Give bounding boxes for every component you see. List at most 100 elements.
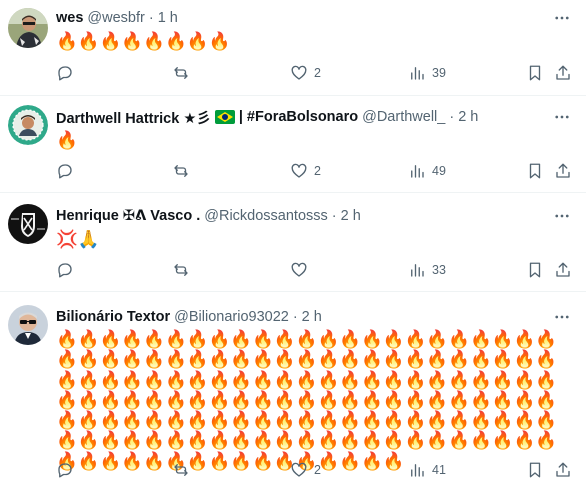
tweet-actions: 2 39 [0,62,586,84]
views-count: 33 [432,263,446,277]
tweet-actions: 2 41 [0,459,586,481]
views-count: 41 [432,463,446,477]
timestamp[interactable]: 2 h [458,109,478,125]
share-icon [556,462,570,477]
bookmark-icon [529,65,541,81]
heart-icon [291,65,307,80]
more-options-button[interactable] [552,107,572,127]
reply-icon [58,263,72,278]
views-button[interactable]: 39 [408,62,446,84]
heart-icon [291,262,307,277]
tweet[interactable]: Henrique ✠ᕕ Vasco . @Rickdossantosss · 2… [0,193,586,292]
repost-icon [174,464,188,476]
like-button[interactable]: 2 [290,459,321,481]
heart-icon [291,462,307,477]
repost-button[interactable] [172,62,196,84]
repost-button[interactable] [172,259,196,281]
avatar[interactable] [8,8,48,48]
more-horizontal-icon [555,115,569,119]
tweet-header: wes @wesbfr · 1 h [56,8,546,28]
timestamp[interactable]: 1 h [158,10,178,26]
share-icon [556,163,570,178]
tweet-text: 🔥🔥🔥🔥🔥🔥🔥🔥 [56,31,231,51]
views-chart-icon [411,264,424,277]
reply-icon [58,164,72,179]
bookmark-icon [529,163,541,179]
tweet[interactable]: Darthwell Hattrick ★彡 | #ForaBolsonaro @… [0,96,586,193]
repost-button[interactable] [172,160,196,182]
tweet-header: Darthwell Hattrick ★彡 | #ForaBolsonaro @… [56,107,546,127]
tweet[interactable]: Bilionário Textor @Bilionario93022 · 2 h… [0,292,586,491]
more-horizontal-icon [555,214,569,218]
tweet[interactable]: wes @wesbfr · 1 h 🔥🔥🔥🔥🔥🔥🔥🔥 2 39 [0,0,586,96]
user-handle[interactable]: @wesbfr [87,10,144,26]
avatar[interactable] [8,204,48,244]
tweet-header: Bilionário Textor @Bilionario93022 · 2 h [56,307,546,327]
like-count: 2 [314,66,321,80]
more-options-button[interactable] [552,206,572,226]
heart-icon [291,163,307,178]
tweet-text: 🔥 [56,130,78,150]
like-button[interactable]: 2 [290,62,321,84]
share-icon [556,262,570,277]
bookmark-icon [529,262,541,278]
display-name[interactable]: Darthwell Hattrick ★彡 [56,107,211,128]
reply-button[interactable] [56,160,80,182]
timestamp[interactable]: 2 h [302,309,322,325]
display-name[interactable]: Henrique ✠ᕕ Vasco . [56,208,200,224]
reply-button[interactable] [56,62,80,84]
repost-icon [174,165,188,177]
views-count: 49 [432,164,446,178]
views-button[interactable]: 33 [408,259,446,281]
user-handle[interactable]: @Darthwell_ [362,109,445,125]
tweet-actions: 2 49 [0,160,586,182]
views-button[interactable]: 41 [408,459,446,481]
separator-dot: · [331,208,337,224]
reply-button[interactable] [56,459,80,481]
user-handle[interactable]: @Bilionario93022 [174,309,289,325]
tweet-text: 🔥🔥🔥🔥🔥🔥🔥🔥🔥🔥🔥🔥🔥🔥🔥🔥🔥🔥🔥🔥🔥🔥🔥🔥🔥🔥🔥🔥🔥🔥🔥🔥🔥🔥🔥🔥🔥🔥🔥🔥… [56,329,558,471]
user-handle[interactable]: @Rickdossantosss [204,208,328,224]
reply-icon [58,463,72,478]
reply-icon [58,66,72,81]
separator-dot: · [449,109,455,125]
share-button[interactable] [554,160,572,182]
like-count: 2 [314,463,321,477]
display-name[interactable]: wes [56,10,83,26]
share-icon [556,65,570,80]
bookmark-icon [529,462,541,478]
repost-button[interactable] [172,459,196,481]
more-options-button[interactable] [552,307,572,327]
display-name-suffix[interactable]: | #ForaBolsonaro [239,109,358,125]
views-chart-icon [411,464,424,477]
tweet-feed: wes @wesbfr · 1 h 🔥🔥🔥🔥🔥🔥🔥🔥 2 39 Darthwel… [0,0,586,491]
like-button[interactable] [290,259,314,281]
separator-dot: · [148,10,154,26]
more-options-button[interactable] [552,8,572,28]
avatar[interactable] [8,305,48,345]
like-count: 2 [314,164,321,178]
brazil-flag-icon [214,110,235,124]
display-name[interactable]: Bilionário Textor [56,309,170,325]
avatar[interactable] [8,105,48,145]
views-count: 39 [432,66,446,80]
views-chart-icon [411,165,424,178]
tweet-text: 💢🙏 [56,229,100,249]
share-button[interactable] [554,259,572,281]
views-chart-icon [411,67,424,80]
more-horizontal-icon [555,16,569,20]
views-button[interactable]: 49 [408,160,446,182]
separator-dot: · [292,309,298,325]
bookmark-button[interactable] [526,459,544,481]
tweet-actions: 33 [0,259,586,281]
repost-icon [174,264,188,276]
reply-button[interactable] [56,259,80,281]
like-button[interactable]: 2 [290,160,321,182]
tweet-header: Henrique ✠ᕕ Vasco . @Rickdossantosss · 2… [56,206,546,226]
bookmark-button[interactable] [526,160,544,182]
share-button[interactable] [554,62,572,84]
bookmark-button[interactable] [526,62,544,84]
bookmark-button[interactable] [526,259,544,281]
timestamp[interactable]: 2 h [341,208,361,224]
share-button[interactable] [554,459,572,481]
